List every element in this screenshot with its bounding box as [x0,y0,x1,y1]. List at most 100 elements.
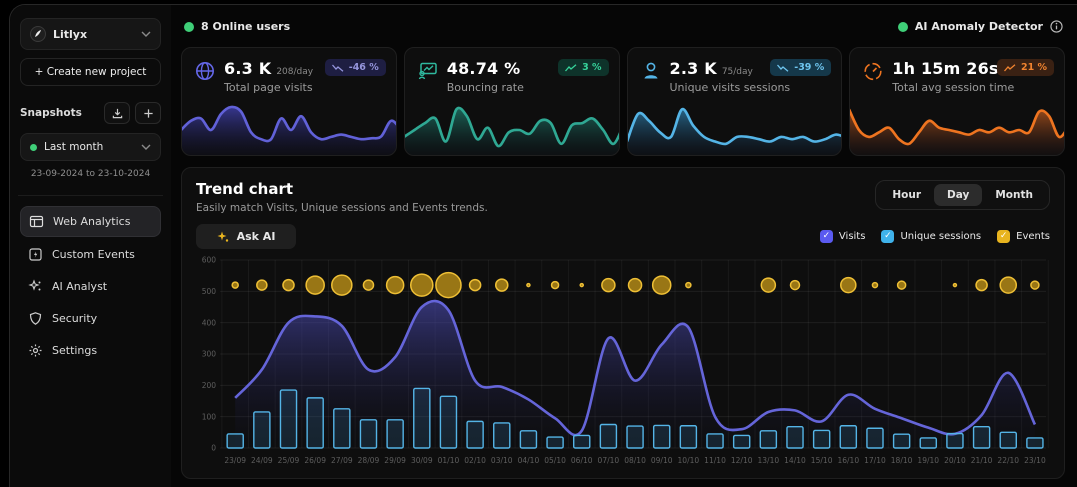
stat-trend-badge: 21 % [997,59,1054,76]
legend-unique-sessions[interactable]: ✓ Unique sessions [881,230,981,243]
svg-text:27/09: 27/09 [331,456,353,465]
range-hour-button[interactable]: Hour [879,184,934,206]
add-snapshot-button[interactable] [135,102,161,124]
stat-card-total-page-visits: 6.3 K 208/day Total page visits -46 % [181,47,397,156]
svg-text:19/10: 19/10 [917,456,939,465]
trend-subtitle: Easily match Visits, Unique sessions and… [196,202,488,214]
stat-per-day: 208/day [276,67,313,77]
ai-analyst-icon [28,279,43,294]
online-status-dot [184,22,194,32]
sidebar-item-security[interactable]: Security [20,304,161,333]
sparkline-page-visits [181,103,397,156]
svg-text:06/10: 06/10 [571,456,593,465]
stat-value: 1h 15m 26s [892,59,998,78]
unique-sessions-checkbox[interactable]: ✓ [881,230,894,243]
svg-text:01/10: 01/10 [438,456,460,465]
timer-icon [862,60,884,82]
stat-per-day: 75/day [722,67,753,77]
svg-text:17/10: 17/10 [864,456,886,465]
svg-text:12/10: 12/10 [731,456,753,465]
plus-icon [143,108,154,119]
snapshot-date-range: 23-09-2024 to 23-10-2024 [20,169,161,179]
sidebar: Litlyx + Create new project Snapshots La… [10,5,171,487]
stat-card-unique-sessions: 2.3 K 75/day Unique visits sessions -39 … [627,47,843,156]
info-icon[interactable] [1050,20,1063,33]
range-day-button[interactable]: Day [934,184,982,206]
ask-ai-button[interactable]: Ask AI [196,224,296,249]
svg-text:10/10: 10/10 [678,456,700,465]
svg-text:08/10: 08/10 [624,456,646,465]
svg-text:23/09: 23/09 [224,456,246,465]
anomaly-label: AI Anomaly Detector [915,20,1043,33]
shield-icon [28,311,43,326]
events-checkbox[interactable]: ✓ [997,230,1010,243]
web-analytics-icon [29,214,44,229]
legend-visits[interactable]: ✓ Visits [820,230,866,243]
svg-text:200: 200 [202,381,217,390]
svg-text:07/10: 07/10 [598,456,620,465]
trend-chart-card: Trend chart Easily match Visits, Unique … [181,167,1065,479]
svg-text:500: 500 [202,287,217,296]
globe-icon [194,60,216,82]
svg-text:29/09: 29/09 [384,456,406,465]
svg-text:11/10: 11/10 [704,456,726,465]
online-users-label: 8 Online users [201,20,290,33]
litlyx-logo-icon [30,26,46,42]
svg-text:400: 400 [202,318,217,327]
svg-text:20/10: 20/10 [944,456,966,465]
trend-chart[interactable]: 010020030040050060023/0924/0925/0926/092… [194,252,1054,474]
trend-up-icon [1004,64,1016,72]
sidebar-item-custom-events[interactable]: Custom Events [20,240,161,269]
svg-text:05/10: 05/10 [544,456,566,465]
svg-text:02/10: 02/10 [464,456,486,465]
svg-text:09/10: 09/10 [651,456,673,465]
sidebar-item-settings[interactable]: Settings [20,336,161,365]
chevron-down-icon [141,31,151,37]
custom-events-icon [28,247,43,262]
sparkline-bouncing-rate [404,103,620,156]
svg-text:21/10: 21/10 [971,456,993,465]
stat-cards-row: 6.3 K 208/day Total page visits -46 % 48… [181,47,1065,156]
svg-text:30/09: 30/09 [411,456,433,465]
sidebar-item-label: Custom Events [52,248,135,261]
svg-text:16/10: 16/10 [837,456,859,465]
sidebar-divider [18,195,163,196]
sidebar-item-label: AI Analyst [52,280,107,293]
ai-anomaly-detector: AI Anomaly Detector [898,20,1063,33]
stat-trend-badge: -39 % [770,59,831,76]
create-project-button[interactable]: + Create new project [20,58,161,86]
svg-text:04/10: 04/10 [518,456,540,465]
visits-checkbox[interactable]: ✓ [820,230,833,243]
stat-value: 6.3 K [224,59,271,78]
sidebar-item-ai-analyst[interactable]: AI Analyst [20,272,161,301]
download-icon [112,108,123,119]
svg-text:28/09: 28/09 [358,456,380,465]
app-window: Litlyx + Create new project Snapshots La… [9,4,1077,487]
sidebar-item-label: Settings [52,344,97,357]
svg-text:15/10: 15/10 [811,456,833,465]
project-name: Litlyx [53,28,134,41]
save-snapshot-button[interactable] [104,102,130,124]
stat-label: Unique visits sessions [670,81,791,94]
chevron-down-icon [141,144,151,150]
trend-down-icon [332,64,344,72]
snapshot-select[interactable]: Last month [20,133,161,161]
svg-text:18/10: 18/10 [891,456,913,465]
sparkline-unique-sessions [627,103,843,156]
trend-chart-area: 010020030040050060023/0924/0925/0926/092… [194,252,1054,474]
sparkline-session-time [849,103,1065,156]
range-month-button[interactable]: Month [982,184,1046,206]
svg-text:25/09: 25/09 [278,456,300,465]
svg-text:0: 0 [211,444,216,453]
stat-value: 48.74 % [447,59,521,78]
trend-down-icon [777,64,789,72]
svg-text:23/10: 23/10 [1024,456,1046,465]
stat-label: Total avg session time [892,81,1014,94]
range-segmented-control: Hour Day Month [875,180,1050,210]
sidebar-item-web-analytics[interactable]: Web Analytics [20,206,161,237]
legend-events[interactable]: ✓ Events [997,230,1050,243]
gear-icon [28,343,43,358]
svg-text:26/09: 26/09 [304,456,326,465]
svg-text:100: 100 [202,412,217,421]
project-selector[interactable]: Litlyx [20,18,161,50]
